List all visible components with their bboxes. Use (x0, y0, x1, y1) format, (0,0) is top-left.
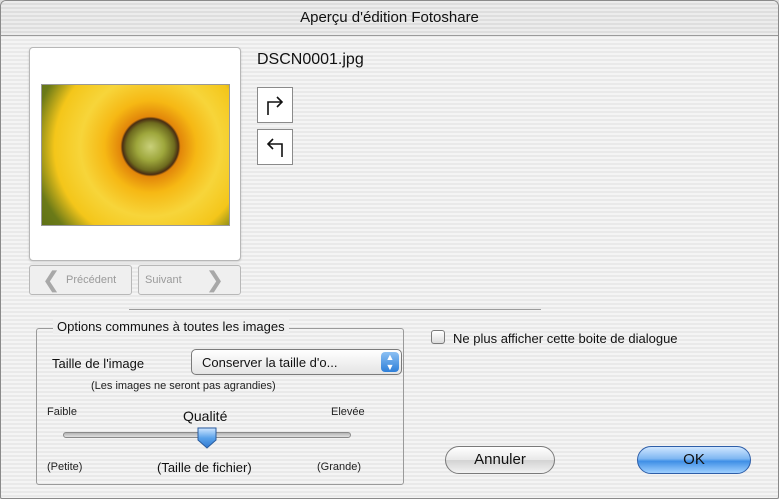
next-button[interactable]: Suivant ❯ (138, 265, 241, 295)
ok-button[interactable]: OK (637, 446, 751, 474)
rotate-right-button[interactable] (257, 87, 293, 123)
quality-title: Qualité (183, 408, 228, 424)
image-size-value: Conserver la taille d'o... (202, 355, 338, 370)
chevron-right-icon: ❯ (205, 267, 224, 292)
image-size-popup[interactable]: Conserver la taille d'o... ▲ ▼ (191, 349, 402, 375)
previous-label: Précédent (66, 274, 117, 286)
common-options-title: Options communes à toutes les images (53, 319, 289, 334)
quality-high-label: Elevée (331, 406, 365, 418)
slider-thumb-icon (197, 427, 217, 449)
image-filename: DSCN0001.jpg (257, 51, 364, 68)
filesize-large-label: (Grande) (317, 461, 362, 473)
rotate-right-icon (267, 96, 284, 115)
previous-button[interactable]: ❮ Précédent (29, 265, 132, 295)
dont-show-label[interactable]: Ne plus afficher cette boite de dialogue (453, 331, 678, 346)
quality-slider-thumb[interactable] (196, 426, 218, 450)
image-preview-frame (29, 47, 241, 261)
dont-show-checkbox[interactable] (431, 330, 445, 344)
dialog-window: Aperçu d'édition Fotoshare ❮ Précédent S… (0, 0, 779, 499)
chevron-left-icon: ❮ (42, 267, 61, 292)
quality-low-label: Faible (47, 406, 77, 418)
cancel-button[interactable]: Annuler (445, 446, 555, 474)
image-size-label: Taille de l'image (52, 356, 145, 371)
rotate-left-icon (266, 138, 283, 157)
filesize-small-label: (Petite) (47, 461, 83, 473)
up-down-arrows-icon: ▲ ▼ (381, 352, 399, 372)
separator (129, 309, 541, 310)
filesize-label: (Taille de fichier) (157, 460, 252, 475)
image-preview (41, 84, 230, 226)
window-title: Aperçu d'édition Fotoshare (1, 1, 778, 36)
image-size-note: (Les images ne seront pas agrandies) (91, 380, 276, 392)
next-label: Suivant (145, 274, 182, 286)
rotate-left-button[interactable] (257, 129, 293, 165)
